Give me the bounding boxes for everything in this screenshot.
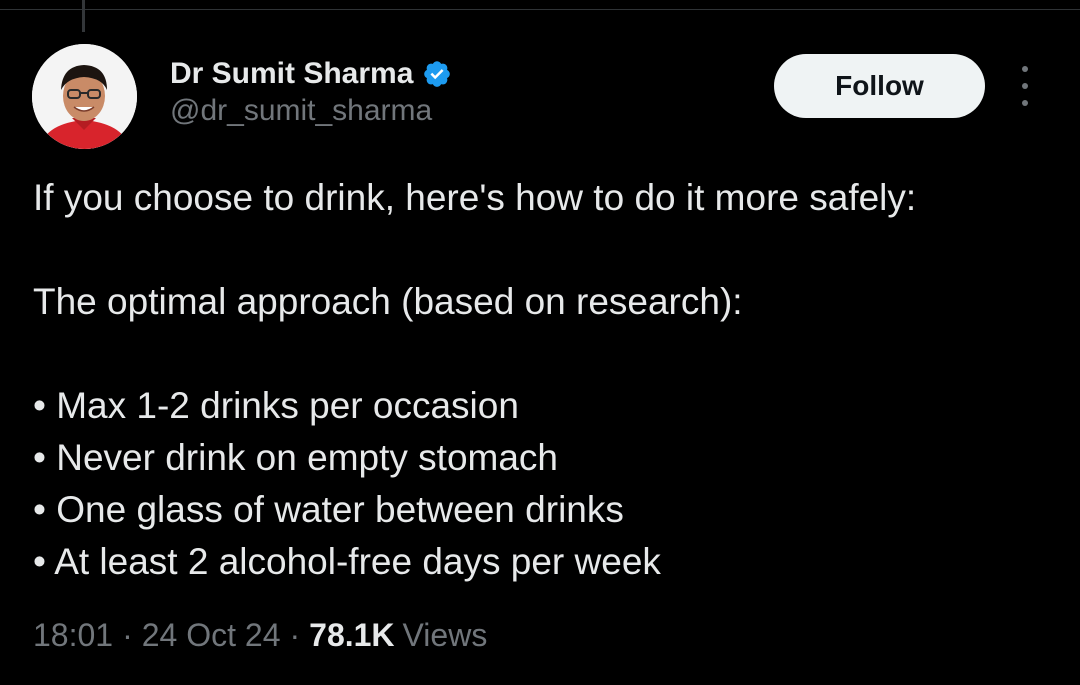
tweet-text: If you choose to drink, here's how to do… — [33, 172, 1063, 588]
views-count[interactable]: 78.1K — [309, 617, 394, 654]
verified-badge-icon — [422, 59, 452, 89]
avatar[interactable] — [32, 44, 137, 149]
more-dot — [1022, 66, 1028, 72]
author-display-name[interactable]: Dr Sumit Sharma — [170, 57, 413, 91]
avatar-image — [32, 44, 137, 149]
more-options-icon[interactable] — [1010, 66, 1040, 106]
meta-separator: · — [289, 617, 301, 653]
author-info: Dr Sumit Sharma @dr_sumit_sharma — [170, 52, 452, 128]
author-handle[interactable]: @dr_sumit_sharma — [170, 94, 452, 128]
author-name-row: Dr Sumit Sharma — [170, 52, 452, 96]
thread-connector-line — [82, 0, 85, 32]
more-dot — [1022, 100, 1028, 106]
views-label: Views — [402, 617, 488, 653]
bullet-item: • At least 2 alcohol-free days per week — [33, 541, 661, 582]
top-divider — [0, 0, 1080, 10]
tweet-time[interactable]: 18:01 — [33, 617, 113, 654]
more-dot — [1022, 83, 1028, 89]
follow-button[interactable]: Follow — [774, 54, 985, 118]
tweet-date[interactable]: 24 Oct 24 — [142, 617, 281, 654]
bullet-item: • One glass of water between drinks — [33, 489, 624, 530]
tweet-meta: 18:01 · 24 Oct 24 · 78.1K Views — [33, 617, 487, 654]
bullet-item: • Max 1-2 drinks per occasion — [33, 385, 519, 426]
tweet-subheading: The optimal approach (based on research)… — [33, 281, 743, 322]
bullet-item: • Never drink on empty stomach — [33, 437, 558, 478]
tweet-screen: Dr Sumit Sharma @dr_sumit_sharma Follow … — [0, 0, 1080, 685]
meta-separator: · — [122, 617, 133, 653]
tweet-intro: If you choose to drink, here's how to do… — [33, 177, 917, 218]
